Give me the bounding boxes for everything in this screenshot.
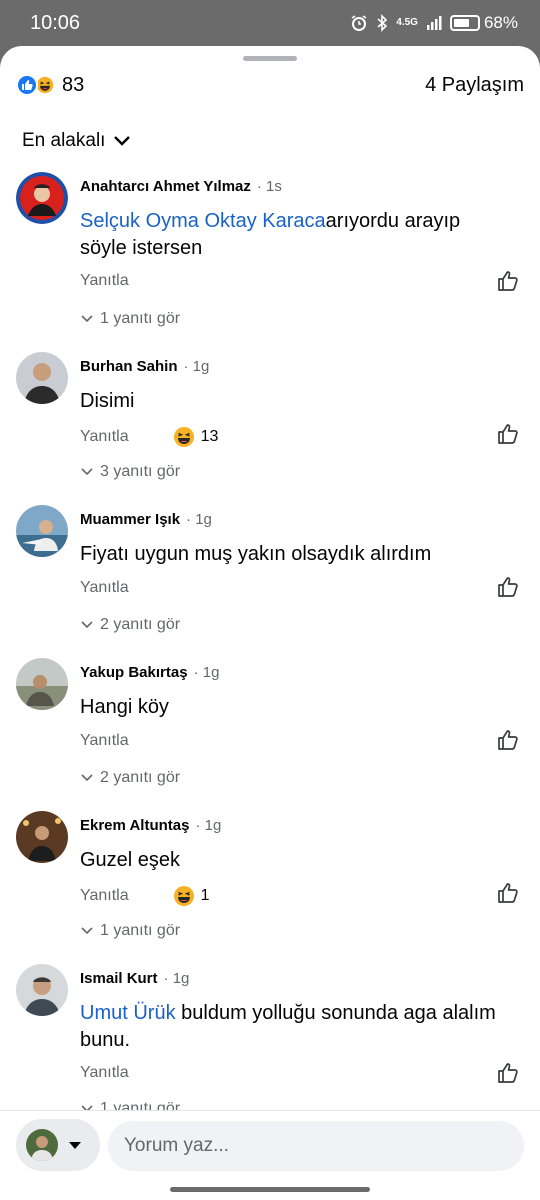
chevron-down-icon: [81, 315, 93, 323]
haha-icon: [173, 427, 194, 447]
reply-button[interactable]: Yanıtla: [80, 1064, 129, 1082]
comment-text: Fiyatı uygun muş yakın olsaydık alırdım: [80, 543, 432, 565]
comment-reactions[interactable]: 13: [173, 426, 219, 448]
comment-time: · 1g: [193, 664, 220, 681]
comment-author[interactable]: Anahtarcı Ahmet Yılmaz: [80, 178, 251, 195]
comment-text: Selçuk Oyma Oktay Karacaarıyordu arayıp …: [80, 208, 510, 262]
comment-header: Ismail Kurt · 1g: [80, 970, 189, 987]
reply-button[interactable]: Yanıtla: [80, 732, 129, 750]
comment-author[interactable]: Burhan Sahin: [80, 358, 178, 375]
mention-link[interactable]: Umut Ürük: [80, 1002, 176, 1024]
comment-text: Disimi: [80, 390, 135, 412]
comment-actions: Yanıtla 13: [80, 426, 218, 448]
view-replies-label: 2 yanıtı gör: [100, 769, 181, 786]
avatar[interactable]: [16, 172, 68, 224]
thumbs-up-icon[interactable]: [496, 269, 520, 293]
shares-count[interactable]: 4 Paylaşım: [425, 74, 524, 97]
comment-actions: Yanıtla 1: [80, 885, 210, 907]
view-replies-label: 1 yanıtı gör: [100, 922, 181, 939]
thumbs-up-icon[interactable]: [496, 422, 520, 446]
chevron-down-icon: [114, 136, 131, 146]
avatar: [26, 1129, 58, 1161]
battery-percent: 68%: [483, 13, 518, 32]
comment-author[interactable]: Muammer Işık: [80, 511, 180, 528]
mention-link[interactable]: Selçuk Oyma Oktay Karaca: [80, 210, 326, 232]
view-replies-button[interactable]: 2 yanıtı gör: [80, 769, 180, 787]
comment-text: Guzel eşek: [80, 849, 181, 871]
sort-label: En alakalı: [22, 130, 106, 151]
comment-text: Umut Ürük buldum yolluğu sonunda aga ala…: [80, 1000, 510, 1054]
view-replies-button[interactable]: 3 yanıtı gör: [80, 463, 180, 481]
comment-time: · 1g: [186, 511, 212, 528]
comment-actions: Yanıtla: [80, 1064, 129, 1082]
comment-author[interactable]: Ekrem Altuntaş: [80, 817, 189, 834]
bluetooth-icon: [377, 14, 388, 32]
comment-actions: Yanıtla: [80, 272, 129, 290]
reaction-count: 83: [62, 73, 85, 96]
battery: 68%: [449, 13, 518, 33]
avatar[interactable]: [16, 352, 68, 404]
comment-reactions[interactable]: 1: [173, 885, 210, 907]
avatar[interactable]: [16, 505, 68, 557]
sort-dropdown[interactable]: En alakalı: [22, 130, 131, 152]
thumbs-up-icon[interactable]: [496, 1061, 520, 1085]
view-replies-label: 1 yanıtı gör: [100, 310, 181, 327]
comment-header: Ekrem Altuntaş · 1g: [80, 817, 221, 834]
haha-icon: [173, 886, 194, 906]
sheet-drag-handle[interactable]: [243, 56, 297, 61]
comment-author[interactable]: Yakup Bakırtaş: [80, 664, 188, 681]
comment-text: Hangi köy: [80, 696, 169, 718]
caret-down-icon: [69, 1141, 81, 1149]
battery-fill: [453, 19, 469, 27]
thumbs-up-icon[interactable]: [496, 881, 520, 905]
comment-author[interactable]: Ismail Kurt: [80, 970, 158, 987]
reactions-bar: 83 4 Paylaşım: [16, 72, 524, 98]
avatar[interactable]: [16, 658, 68, 710]
comment-header: Burhan Sahin · 1g: [80, 358, 209, 375]
thumbs-up-icon[interactable]: [496, 728, 520, 752]
view-replies-button[interactable]: 1 yanıtı gör: [80, 922, 180, 940]
status-bar: 10:06 4.5G 68%: [0, 0, 540, 46]
view-replies-label: 2 yanıtı gör: [100, 616, 181, 633]
chevron-down-icon: [81, 621, 93, 629]
chevron-down-icon: [81, 774, 93, 782]
comment-time: · 1g: [183, 358, 210, 375]
status-time: 10:06: [30, 11, 81, 34]
comment-header: Muammer Işık · 1g: [80, 511, 212, 528]
view-replies-button[interactable]: 1 yanıtı gör: [80, 310, 180, 328]
comment-header: Anahtarcı Ahmet Yılmaz · 1s: [80, 178, 282, 195]
account-switcher[interactable]: [16, 1119, 100, 1171]
avatar[interactable]: [16, 964, 68, 1016]
comment-time: · 1g: [163, 970, 190, 987]
network-type: 4.5G: [396, 17, 418, 28]
reply-button[interactable]: Yanıtla: [80, 272, 129, 290]
home-indicator: [170, 1187, 370, 1192]
comment-time: · 1s: [256, 178, 282, 195]
reply-button[interactable]: Yanıtla: [80, 428, 129, 446]
status-icons: 4.5G 68%: [350, 13, 518, 33]
chevron-down-icon: [81, 927, 93, 935]
avatar[interactable]: [16, 811, 68, 863]
signal-icon: [426, 16, 442, 30]
like-icon: [16, 74, 38, 96]
comment-input[interactable]: [108, 1121, 524, 1171]
comment-time: · 1g: [195, 817, 222, 834]
comment-reaction-count: 1: [200, 887, 210, 904]
thumbs-up-icon[interactable]: [496, 575, 520, 599]
view-replies-label: 3 yanıtı gör: [100, 463, 181, 480]
chevron-down-icon: [81, 468, 93, 476]
reply-button[interactable]: Yanıtla: [80, 579, 129, 597]
comment-actions: Yanıtla: [80, 732, 129, 750]
alarm-icon: [351, 15, 367, 31]
reply-button[interactable]: Yanıtla: [80, 887, 129, 905]
comment-composer: [0, 1110, 540, 1200]
comment-actions: Yanıtla: [80, 579, 129, 597]
comment-reaction-count: 13: [200, 428, 219, 445]
battery-icon: [449, 15, 480, 31]
view-replies-button[interactable]: 2 yanıtı gör: [80, 616, 180, 634]
comment-header: Yakup Bakırtaş · 1g: [80, 664, 219, 681]
reactions-summary[interactable]: 83: [16, 74, 84, 97]
